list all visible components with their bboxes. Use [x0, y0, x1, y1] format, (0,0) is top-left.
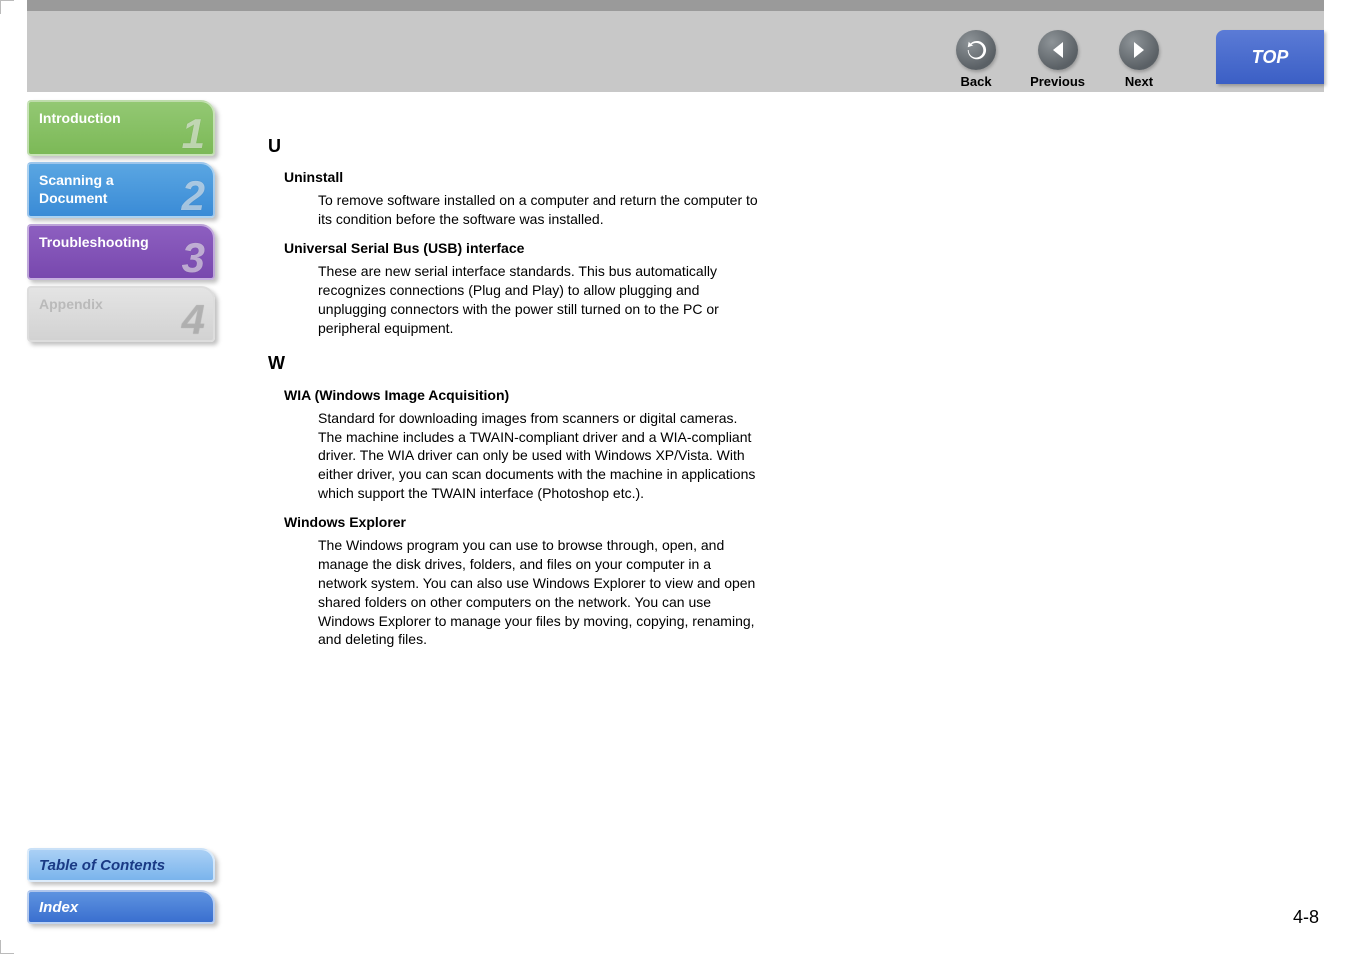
def-uninstall: To remove software installed on a comput…	[318, 191, 760, 229]
top-label: TOP	[1252, 47, 1289, 68]
chapter-title: Appendix	[39, 296, 103, 312]
table-of-contents-link[interactable]: Table of Contents	[27, 848, 215, 882]
def-usb: These are new serial interface standards…	[318, 262, 760, 338]
nav-controls: Back Previous Next	[956, 30, 1159, 89]
next-label: Next	[1125, 74, 1153, 89]
chapter-tab-scanning[interactable]: Scanning a Document 2	[27, 162, 215, 218]
page-number: 4-8	[1293, 907, 1319, 928]
chapter-title: Introduction	[39, 110, 121, 126]
term-windows-explorer: Windows Explorer	[284, 513, 760, 532]
chapter-title: Troubleshooting	[39, 234, 149, 250]
next-button[interactable]: Next	[1119, 30, 1159, 89]
previous-label: Previous	[1030, 74, 1085, 89]
crop-mark-top-left	[0, 0, 14, 14]
chapter-number: 1	[182, 108, 205, 161]
bottom-links: Table of Contents Index	[27, 848, 215, 932]
toc-label: Table of Contents	[39, 857, 165, 874]
def-windows-explorer: The Windows program you can use to brows…	[318, 536, 760, 649]
crop-mark-bottom-left	[0, 940, 14, 954]
back-icon	[956, 30, 996, 70]
chapter-number: 2	[182, 170, 205, 223]
term-wia: WIA (Windows Image Acquisition)	[284, 386, 760, 405]
chapter-title: Scanning a Document	[39, 172, 114, 206]
term-usb: Universal Serial Bus (USB) interface	[284, 239, 760, 258]
chapter-number: 3	[182, 232, 205, 285]
back-label: Back	[961, 74, 992, 89]
glossary-content: U Uninstall To remove software installed…	[260, 120, 760, 659]
chapter-tab-appendix[interactable]: Appendix 4	[27, 286, 215, 342]
term-uninstall: Uninstall	[284, 168, 760, 187]
previous-icon	[1038, 30, 1078, 70]
previous-button[interactable]: Previous	[1030, 30, 1085, 89]
sidebar: Introduction 1 Scanning a Document 2 Tro…	[27, 100, 215, 348]
chapter-tab-introduction[interactable]: Introduction 1	[27, 100, 215, 156]
header-bar: Back Previous Next TOP	[27, 0, 1324, 92]
index-label: Index	[39, 899, 78, 916]
chapter-number: 4	[182, 294, 205, 347]
letter-heading-w: W	[268, 351, 760, 375]
def-wia: Standard for downloading images from sca…	[318, 409, 760, 503]
back-button[interactable]: Back	[956, 30, 996, 89]
letter-heading-u: U	[268, 134, 760, 158]
chapter-tab-troubleshooting[interactable]: Troubleshooting 3	[27, 224, 215, 280]
next-icon	[1119, 30, 1159, 70]
index-link[interactable]: Index	[27, 890, 215, 924]
top-button[interactable]: TOP	[1216, 30, 1324, 84]
